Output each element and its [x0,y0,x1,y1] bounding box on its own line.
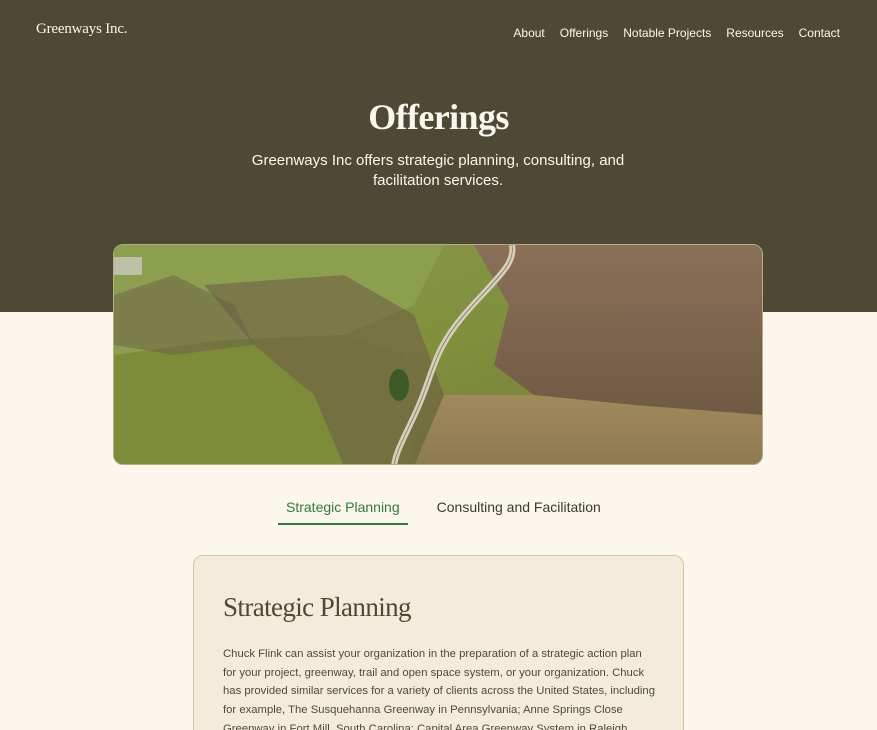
tab-consulting-facilitation[interactable]: Consulting and Facilitation [429,490,609,525]
section-heading: Strategic Planning [223,592,412,622]
nav-resources[interactable]: Resources [726,26,783,40]
page-title: Offerings [368,97,509,137]
nav-about[interactable]: About [513,26,544,40]
greenway-aerial-photo [114,245,762,464]
hero-image [113,244,763,465]
nav-notable-projects[interactable]: Notable Projects [623,26,711,40]
nav-offerings[interactable]: Offerings [560,26,608,40]
offerings-tabs: Strategic Planning Consulting and Facili… [278,490,609,525]
tab-strategic-planning[interactable]: Strategic Planning [278,490,408,525]
page-subtitle: Greenways Inc offers strategic planning,… [251,152,625,189]
main-nav: About Offerings Notable Projects Resourc… [513,24,840,42]
section-body: Chuck Flink can assist your organization… [223,648,655,730]
brand-logo[interactable]: Greenways Inc. [36,21,128,38]
nav-contact[interactable]: Contact [799,26,840,40]
offering-card: Strategic Planning Chuck Flink can assis… [193,555,684,730]
